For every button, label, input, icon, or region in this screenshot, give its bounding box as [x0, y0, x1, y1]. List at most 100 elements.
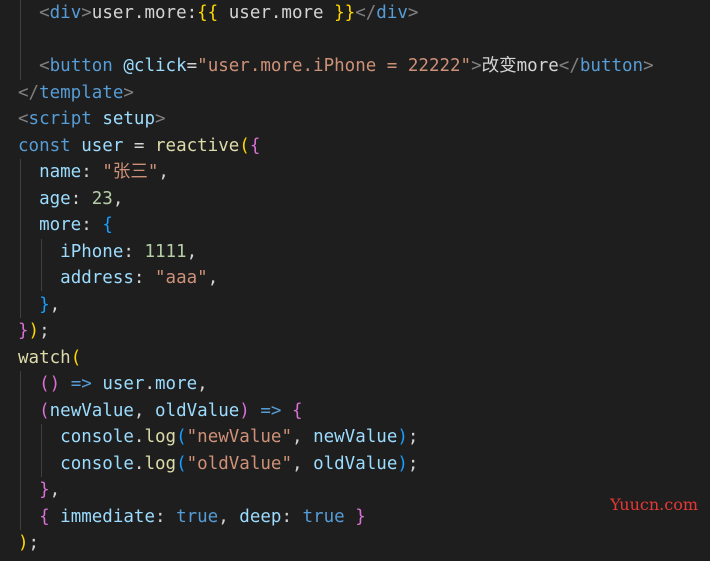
token: ,	[207, 268, 219, 288]
token: {{	[197, 3, 219, 23]
code-line-1[interactable]: <div>user.more:{{ user.more }}</div>	[18, 0, 418, 27]
token: ;	[407, 453, 419, 474]
token: )	[239, 400, 250, 421]
token: "newValue"	[186, 427, 292, 447]
token: iPhone	[60, 241, 124, 262]
token: (	[70, 347, 82, 368]
token: {	[39, 506, 50, 527]
token: ,	[291, 427, 314, 447]
token: "oldValue"	[186, 453, 292, 474]
token: :	[154, 506, 177, 527]
token: ;	[407, 427, 419, 447]
token: )	[397, 427, 408, 447]
code-line-9[interactable]: more: {	[18, 212, 113, 239]
code-line-6[interactable]: const user = reactive({	[18, 133, 260, 160]
token: ;	[28, 533, 40, 553]
token: address	[60, 268, 134, 288]
token: template	[39, 82, 124, 103]
token: </	[18, 82, 40, 103]
token: :	[70, 188, 92, 209]
code-line-11[interactable]: address: "aaa",	[18, 265, 218, 292]
token: ,	[291, 453, 314, 474]
code-line-7[interactable]: name: "张三",	[18, 159, 169, 186]
token: .	[144, 374, 156, 394]
code-line-19[interactable]: },	[18, 477, 60, 504]
token: :	[81, 162, 103, 182]
token: >	[407, 3, 419, 23]
token: (	[176, 427, 187, 447]
token: (	[239, 135, 250, 156]
code-line-21[interactable]: );	[18, 530, 39, 557]
token: .	[133, 427, 145, 447]
code-line-16[interactable]: (newValue, oldValue) => {	[18, 398, 303, 425]
token: log	[144, 427, 177, 447]
token: </	[355, 3, 377, 23]
token: watch	[18, 347, 71, 368]
token: =	[186, 56, 198, 76]
token: (	[39, 400, 50, 421]
watermark-text: Yuucn.com	[610, 495, 698, 514]
code-line-17[interactable]: console.log("newValue", newValue);	[18, 424, 418, 451]
token: ,	[49, 480, 61, 500]
token: more	[155, 374, 198, 394]
token: }	[39, 294, 50, 315]
token: ,	[133, 400, 155, 421]
token: "aaa"	[155, 268, 208, 288]
token: const	[18, 135, 71, 156]
code-line-3[interactable]: <button @click="user.more.iPhone = 22222…	[18, 53, 654, 80]
token: name	[39, 162, 82, 182]
token: "user.more.iPhone = 22222"	[197, 56, 472, 76]
token: div	[49, 3, 82, 23]
token: :	[281, 506, 303, 527]
token: "张三"	[102, 162, 159, 182]
code-line-8[interactable]: age: 23,	[18, 186, 123, 213]
token: newValue	[49, 400, 134, 421]
token: 1111	[144, 241, 187, 262]
token: more	[39, 215, 82, 235]
token: reactive	[155, 135, 240, 156]
token: ,	[112, 188, 124, 209]
token: }	[344, 506, 366, 527]
code-line-15[interactable]: () => user.more,	[18, 371, 208, 398]
token: script	[28, 109, 92, 129]
code-line-14[interactable]: watch(	[18, 345, 81, 372]
token: >	[155, 109, 166, 129]
code-line-18[interactable]: console.log("oldValue", oldValue);	[18, 451, 418, 478]
token: {	[292, 400, 303, 421]
token: }}	[334, 3, 356, 23]
token: ,	[218, 506, 240, 527]
token: .	[133, 453, 145, 474]
token: @click	[123, 56, 187, 76]
token: age	[39, 188, 71, 209]
token: )	[397, 453, 408, 474]
code-line-4[interactable]: </template>	[18, 80, 134, 107]
code-line-13[interactable]: });	[18, 318, 50, 345]
token: <	[39, 56, 50, 76]
token: ;	[39, 321, 50, 341]
token: deep	[239, 506, 282, 527]
token: button	[579, 56, 644, 76]
code-line-10[interactable]: iPhone: 1111,	[18, 239, 197, 266]
token: >	[471, 56, 482, 76]
token: true	[302, 506, 345, 527]
token: oldValue	[313, 453, 398, 474]
token: >	[81, 3, 92, 23]
token: button	[49, 56, 113, 76]
token: 改变more	[481, 56, 559, 76]
code-editor[interactable]: <div>user.more:{{ user.more }}</div> <bu…	[0, 0, 710, 561]
token: )	[28, 321, 40, 341]
code-line-5[interactable]: <script setup>	[18, 106, 166, 133]
token: }	[18, 321, 29, 341]
token: 23	[91, 188, 113, 209]
code-line-12[interactable]: },	[18, 292, 60, 319]
token: {	[102, 215, 113, 235]
code-line-20[interactable]: { immediate: true, deep: true }	[18, 504, 366, 531]
token: newValue	[313, 427, 398, 447]
token: console	[60, 453, 134, 474]
token: </	[558, 56, 580, 76]
token: <	[18, 109, 29, 129]
token: >	[643, 56, 654, 76]
token: >	[123, 82, 134, 103]
